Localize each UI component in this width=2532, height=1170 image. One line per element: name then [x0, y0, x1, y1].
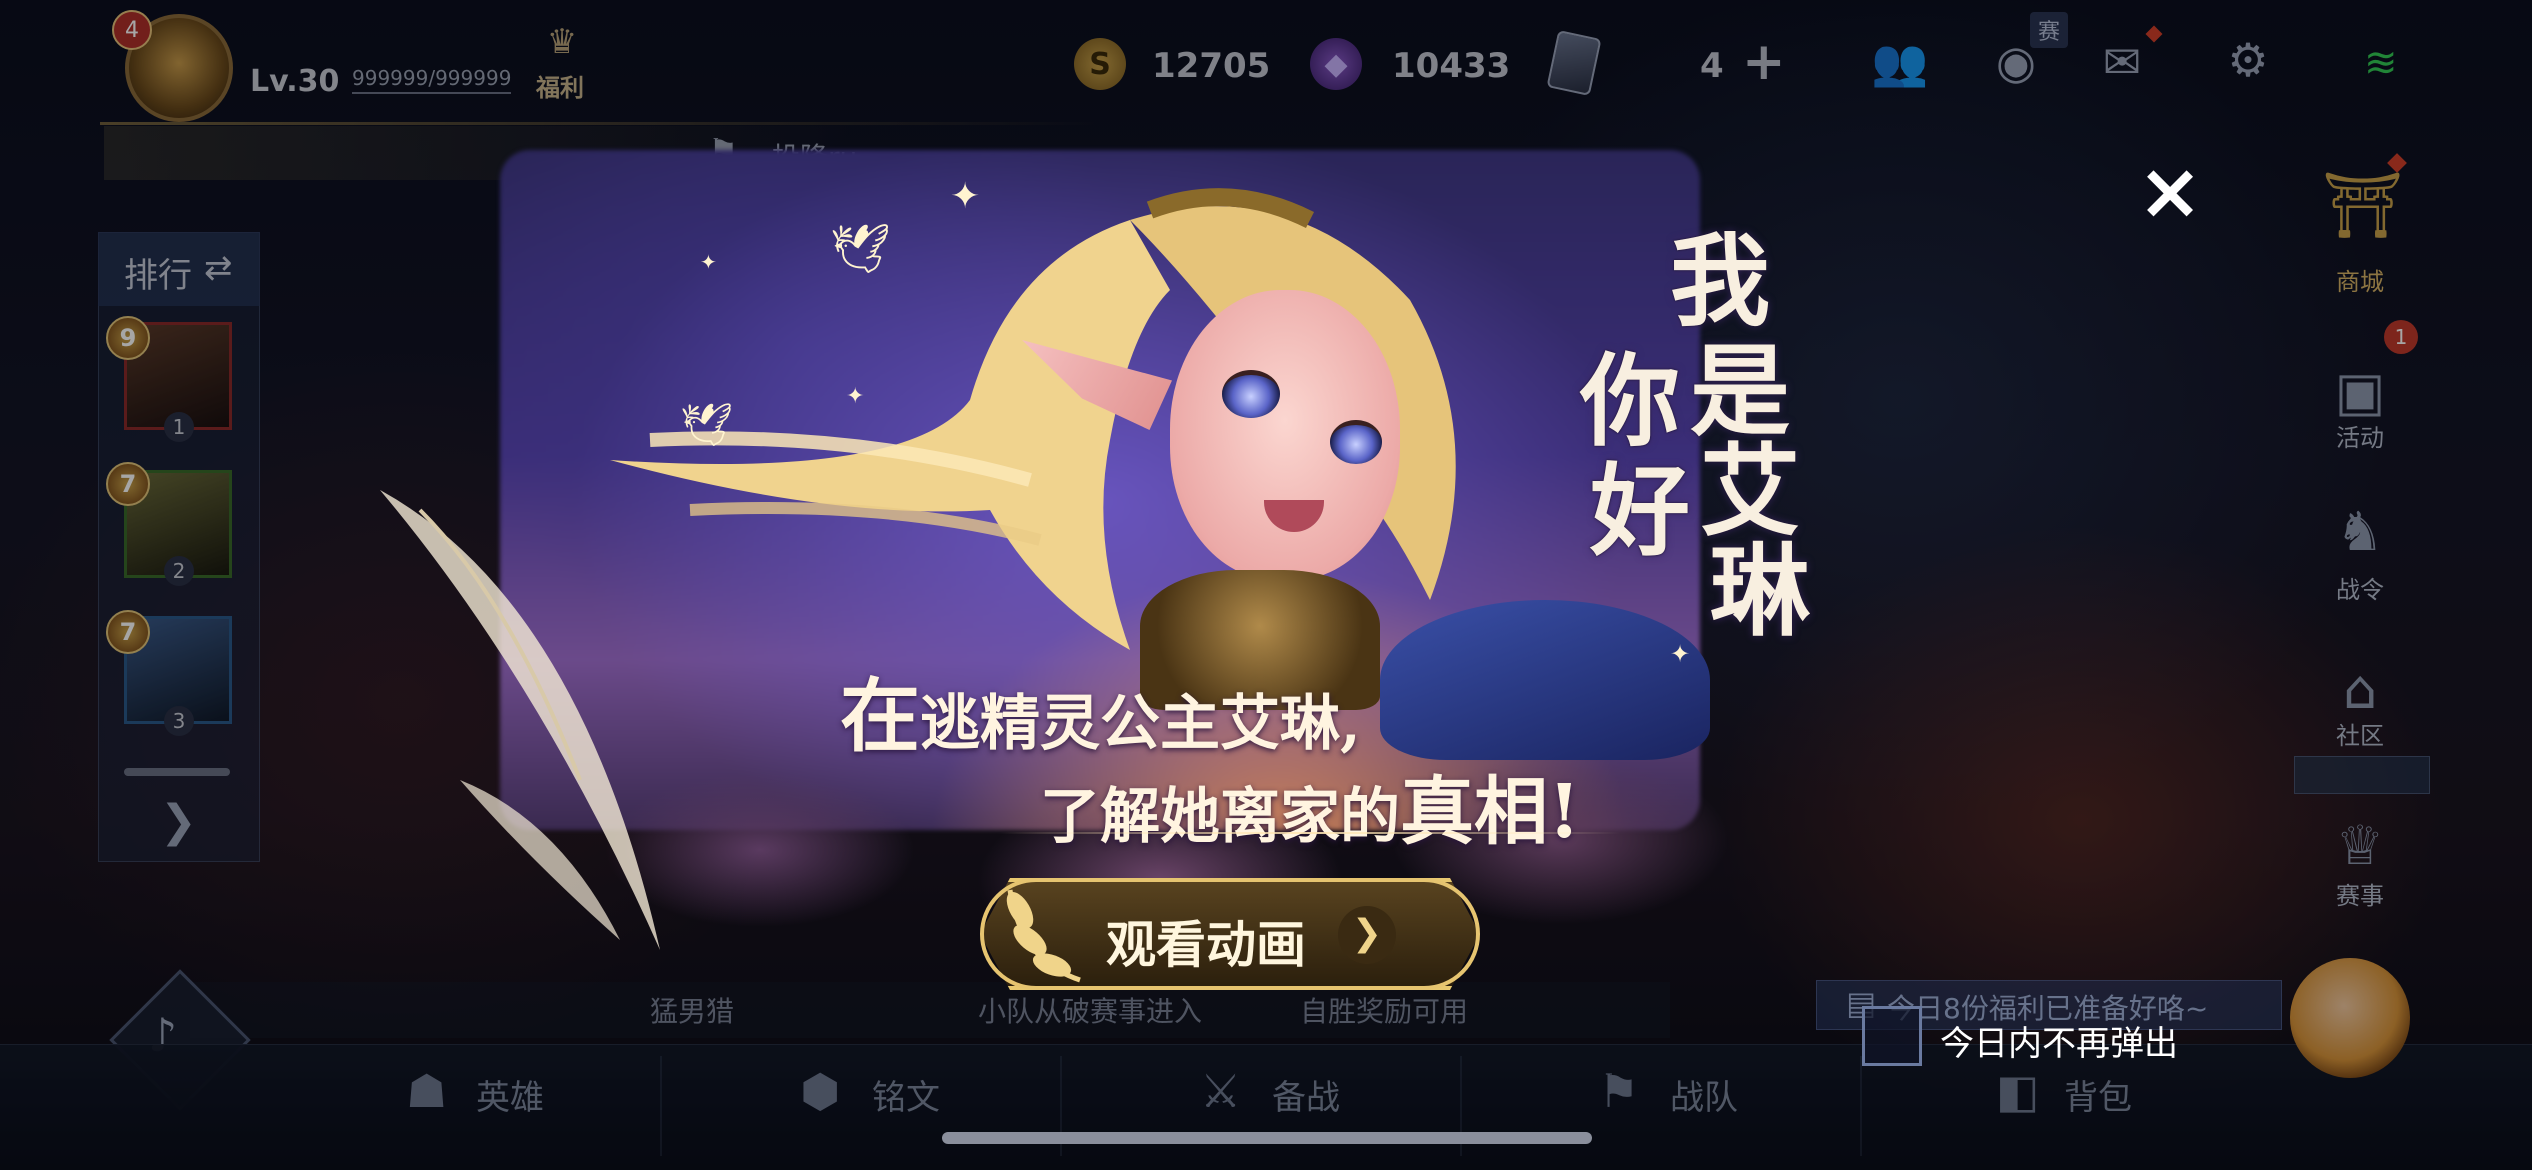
elf-eye — [1330, 420, 1382, 464]
chevron-right-icon[interactable]: ❯ — [1338, 906, 1396, 964]
tagline-divider — [1000, 832, 1620, 834]
tagline-text: 了解她离家的 — [1040, 782, 1400, 852]
no-popup-label[interactable]: 今日内不再弹出 — [1940, 1016, 2178, 1065]
elf-cape — [1380, 600, 1710, 760]
popup-tagline: 在逃精灵公主艾琳, — [840, 652, 1361, 768]
sparkle-icon: ✦ — [1670, 640, 1691, 668]
bird-icon: 🕊 — [830, 221, 891, 277]
tagline-emphasis: 真相! — [1400, 769, 1581, 855]
watch-button-label[interactable]: 观看动画 — [1106, 905, 1306, 977]
sparkle-icon: ✦ — [846, 384, 865, 409]
no-popup-checkbox[interactable] — [1862, 1006, 1922, 1066]
popup-tagline: 了解她离家的真相! — [1040, 752, 1580, 859]
title-char: 琳 — [1710, 532, 1810, 650]
laurel-icon — [1006, 889, 1081, 983]
elf-eye — [1222, 370, 1280, 418]
sparkle-icon: ✦ — [950, 176, 981, 217]
bird-icon: 🕊 — [680, 400, 734, 449]
tagline-text: 逃精灵公主艾琳, — [920, 689, 1361, 759]
popup-title-art: 我 是 你 艾 好 琳 — [1570, 190, 1890, 650]
sparkle-icon: ✦ — [700, 250, 717, 274]
home-indicator[interactable] — [942, 1132, 1592, 1144]
tagline-lead: 在 — [840, 669, 920, 763]
title-char: 好 — [1590, 452, 1690, 570]
popup-close-button[interactable]: × — [2130, 152, 2210, 232]
